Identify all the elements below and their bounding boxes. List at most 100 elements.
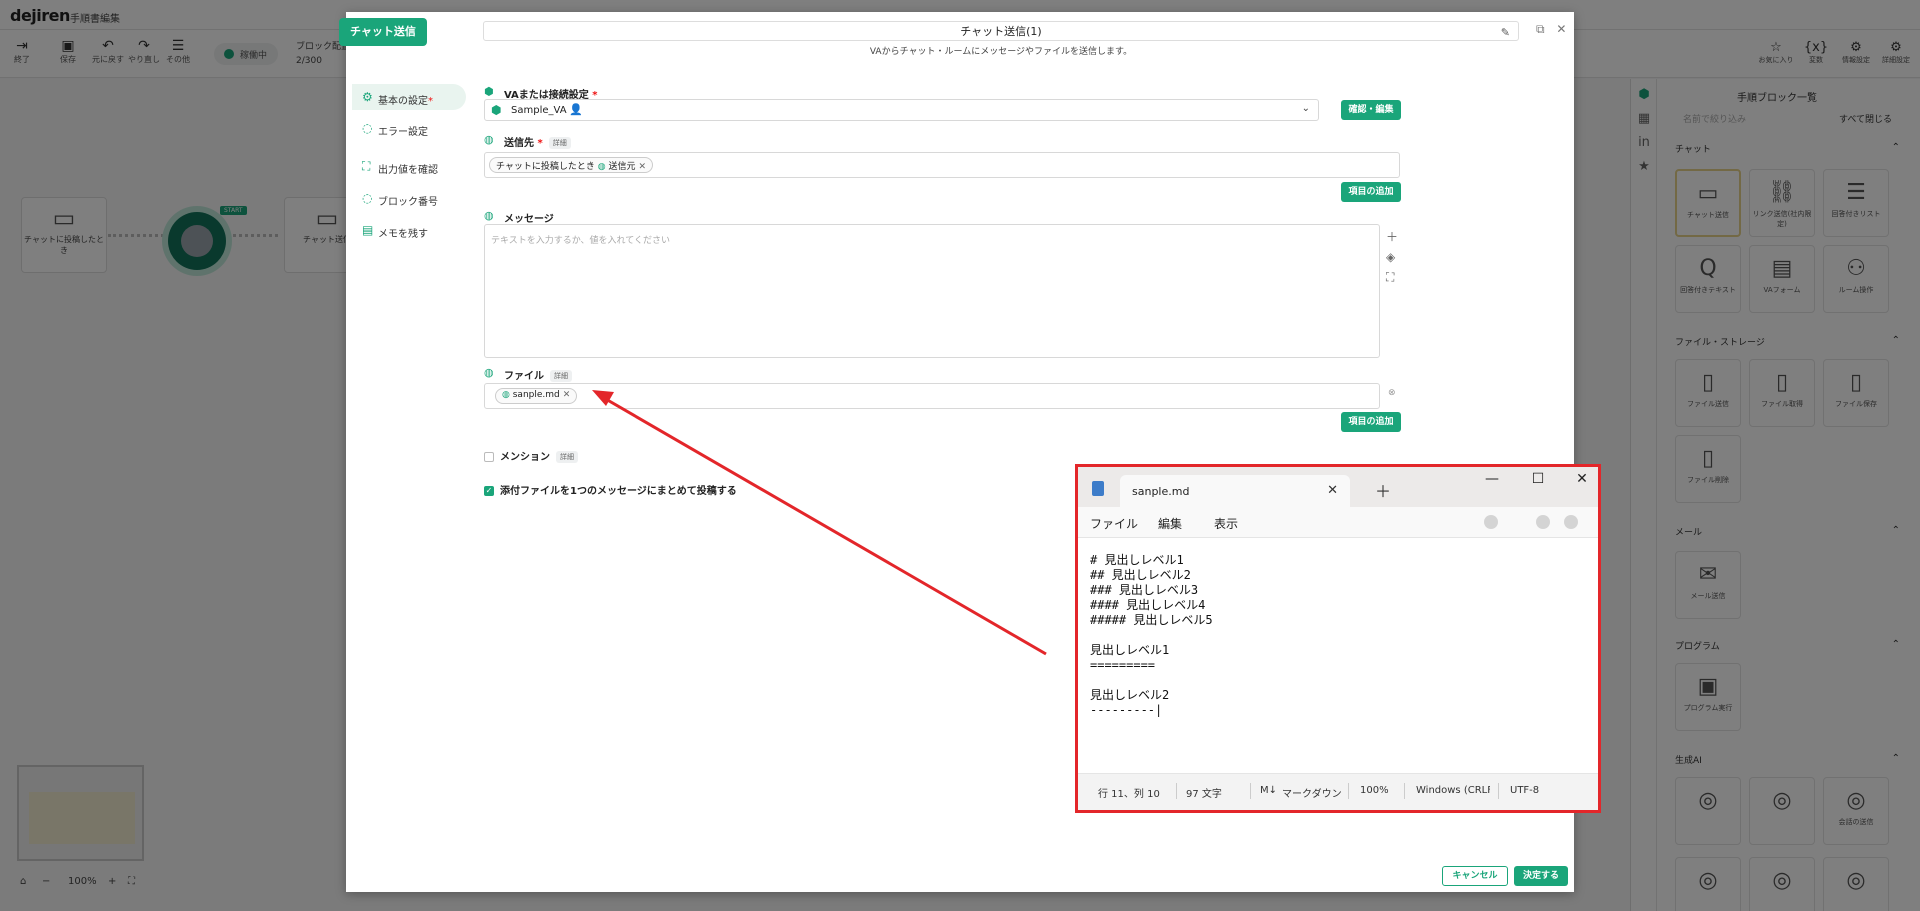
dialog-subtitle: VAからチャット・ルームにメッセージやファイルを送信します。 bbox=[869, 47, 1133, 57]
file-chip-value: sanple.md bbox=[512, 390, 560, 400]
chevron-down-icon: ⌄ bbox=[1301, 103, 1310, 114]
notepad-menubar: ファイル 編集 表示 bbox=[1078, 507, 1598, 537]
expand-icon[interactable]: ⛶ bbox=[1386, 270, 1394, 285]
destination-field[interactable]: チャットに投稿したとき ◍ 送信元 ✕ bbox=[484, 152, 1400, 178]
markdown-icon: M↓ bbox=[1260, 785, 1278, 796]
detail-chip[interactable]: 詳細 bbox=[548, 137, 571, 149]
attach-checkbox[interactable]: ✓ bbox=[484, 486, 494, 496]
zoom-level: 100% bbox=[1360, 785, 1389, 796]
cursor-position: 行 11、列 10 bbox=[1098, 789, 1160, 800]
format-button[interactable]: マークダウン bbox=[1282, 785, 1342, 800]
plus-icon[interactable]: ＋ bbox=[1386, 228, 1398, 245]
va-icon: ⬢ bbox=[484, 85, 494, 98]
destination-chip-prefix: チャットに投稿したとき bbox=[496, 162, 595, 172]
output-icon: ⛶ bbox=[362, 159, 371, 173]
notepad-tab-title: sanple.md bbox=[1132, 485, 1190, 498]
required-mark: * bbox=[537, 138, 543, 149]
notepad-tab[interactable]: sanple.md ✕ bbox=[1120, 475, 1350, 507]
menu-view[interactable]: 表示 bbox=[1214, 515, 1238, 532]
popout-icon[interactable]: ⧉ bbox=[1536, 22, 1545, 36]
number-icon: ◌ bbox=[362, 191, 373, 205]
notepad-editor[interactable]: # 見出しレベル1 ## 見出しレベル2 ### 見出しレベル3 #### 見出… bbox=[1078, 537, 1598, 774]
destination-label: ◍ 送信先 * 詳細 bbox=[484, 133, 571, 149]
remove-icon[interactable]: ✕ bbox=[563, 390, 571, 400]
pencil-icon[interactable]: ✎ bbox=[1501, 23, 1510, 42]
file-icon: ◍ bbox=[484, 366, 494, 379]
file-chip: ◍ sanple.md ✕ bbox=[495, 388, 578, 404]
copilot-icon[interactable] bbox=[1484, 515, 1498, 529]
clear-icon[interactable]: ⊗ bbox=[1388, 388, 1396, 398]
divider bbox=[1250, 783, 1251, 799]
variable-icon: ◍ bbox=[502, 390, 510, 400]
char-count: 97 文字 bbox=[1186, 789, 1222, 800]
close-icon[interactable]: ✕ bbox=[1556, 22, 1566, 36]
menu-edit[interactable]: 編集 bbox=[1158, 515, 1182, 532]
menu-basic-settings[interactable]: ⚙ 基本の設定* bbox=[352, 84, 466, 110]
menu-memo[interactable]: ▤ メモを残す bbox=[352, 217, 466, 243]
destination-label-text: 送信先 bbox=[504, 138, 534, 149]
message-label: ◍ メッセージ bbox=[484, 209, 554, 225]
profile-icon[interactable] bbox=[1536, 515, 1550, 529]
divider bbox=[1404, 783, 1405, 799]
mention-label: メンション bbox=[500, 452, 550, 463]
va-logo-icon: ⬢ bbox=[491, 103, 502, 117]
menu-label: ブロック番号 bbox=[378, 197, 438, 208]
destination-chip-value: 送信元 bbox=[608, 162, 636, 172]
dialog-title: チャット送信(1) bbox=[960, 25, 1042, 38]
variable-icon: ◍ bbox=[597, 162, 606, 172]
notepad-titlebar: sanple.md ✕ ＋ — ☐ ✕ bbox=[1078, 467, 1598, 507]
layers-icon[interactable]: ◈ bbox=[1386, 250, 1395, 264]
editor-line: ##### 見出しレベル5 bbox=[1090, 613, 1213, 627]
editor-line: 見出しレベル2 bbox=[1090, 688, 1170, 702]
add-destination-button[interactable]: 項目の追加 bbox=[1341, 182, 1401, 202]
attach-label: 添付ファイルを1つのメッセージにまとめて投稿する bbox=[500, 486, 737, 497]
message-textarea[interactable]: テキストを入力するか、値を入れてください bbox=[484, 224, 1380, 358]
editor-line: ========= bbox=[1090, 658, 1156, 672]
menu-error-settings[interactable]: ◌ エラー設定 bbox=[352, 115, 466, 141]
detail-chip[interactable]: 詳細 bbox=[550, 370, 572, 382]
cancel-button[interactable]: キャンセル bbox=[1442, 866, 1508, 886]
editor-line: ## 見出しレベル2 bbox=[1090, 568, 1191, 582]
menu-output-check[interactable]: ⛶ 出力値を確認 bbox=[352, 153, 466, 179]
memo-icon: ▤ bbox=[362, 223, 374, 237]
va-select[interactable]: ⬢ Sample_VA 👤 ⌄ bbox=[484, 99, 1319, 121]
dialog-badge: チャット送信 bbox=[339, 18, 427, 46]
destination-chip: チャットに投稿したとき ◍ 送信元 ✕ bbox=[489, 157, 654, 173]
notepad-window: sanple.md ✕ ＋ — ☐ ✕ ファイル 編集 表示 # 見出しレベル1… bbox=[1075, 464, 1601, 813]
attach-row: ✓ 添付ファイルを1つのメッセージにまとめて投稿する bbox=[484, 482, 737, 497]
confirm-button[interactable]: 決定する bbox=[1514, 866, 1568, 886]
file-label: ◍ ファイル 詳細 bbox=[484, 366, 572, 382]
va-confirm-edit-button[interactable]: 確認・編集 bbox=[1341, 100, 1401, 120]
mention-checkbox[interactable] bbox=[484, 452, 494, 462]
user-icon: 👤 bbox=[569, 103, 583, 116]
file-field[interactable]: ◍ sanple.md ✕ bbox=[484, 383, 1380, 409]
maximize-icon[interactable]: ☐ bbox=[1524, 471, 1552, 487]
va-value: Sample_VA bbox=[511, 105, 567, 116]
editor-line: #### 見出しレベル4 bbox=[1090, 598, 1206, 612]
dialog-window-icons: ⧉ ✕ bbox=[1536, 22, 1566, 37]
mention-row: メンション 詳細 bbox=[484, 448, 578, 463]
file-label-text: ファイル bbox=[504, 371, 544, 382]
close-tab-icon[interactable]: ✕ bbox=[1327, 483, 1338, 498]
minimize-icon[interactable]: — bbox=[1478, 471, 1506, 487]
new-tab-icon[interactable]: ＋ bbox=[1375, 478, 1391, 502]
dialog-title-input[interactable]: チャット送信(1) ✎ bbox=[483, 21, 1519, 41]
add-file-button[interactable]: 項目の追加 bbox=[1341, 412, 1401, 432]
editor-line: 見出しレベル1 bbox=[1090, 643, 1170, 657]
close-window-icon[interactable]: ✕ bbox=[1568, 471, 1596, 487]
divider bbox=[1498, 783, 1499, 799]
settings-icon[interactable] bbox=[1564, 515, 1578, 529]
error-icon: ◌ bbox=[362, 121, 373, 135]
menu-label: 基本の設定 bbox=[378, 96, 428, 107]
menu-label: メモを残す bbox=[378, 229, 428, 240]
remove-icon[interactable]: ✕ bbox=[639, 162, 647, 172]
menu-label: 出力値を確認 bbox=[378, 165, 438, 176]
notepad-statusbar: 行 11、列 10 97 文字 M↓ マークダウン 100% Windows (… bbox=[1078, 774, 1598, 810]
text-icon: ◍ bbox=[484, 209, 494, 222]
menu-label: エラー設定 bbox=[378, 127, 428, 138]
editor-line: ---------| bbox=[1090, 703, 1163, 717]
divider bbox=[1176, 783, 1177, 799]
detail-chip[interactable]: 詳細 bbox=[556, 451, 578, 463]
menu-file[interactable]: ファイル bbox=[1090, 515, 1138, 532]
menu-block-number[interactable]: ◌ ブロック番号 bbox=[352, 185, 466, 211]
